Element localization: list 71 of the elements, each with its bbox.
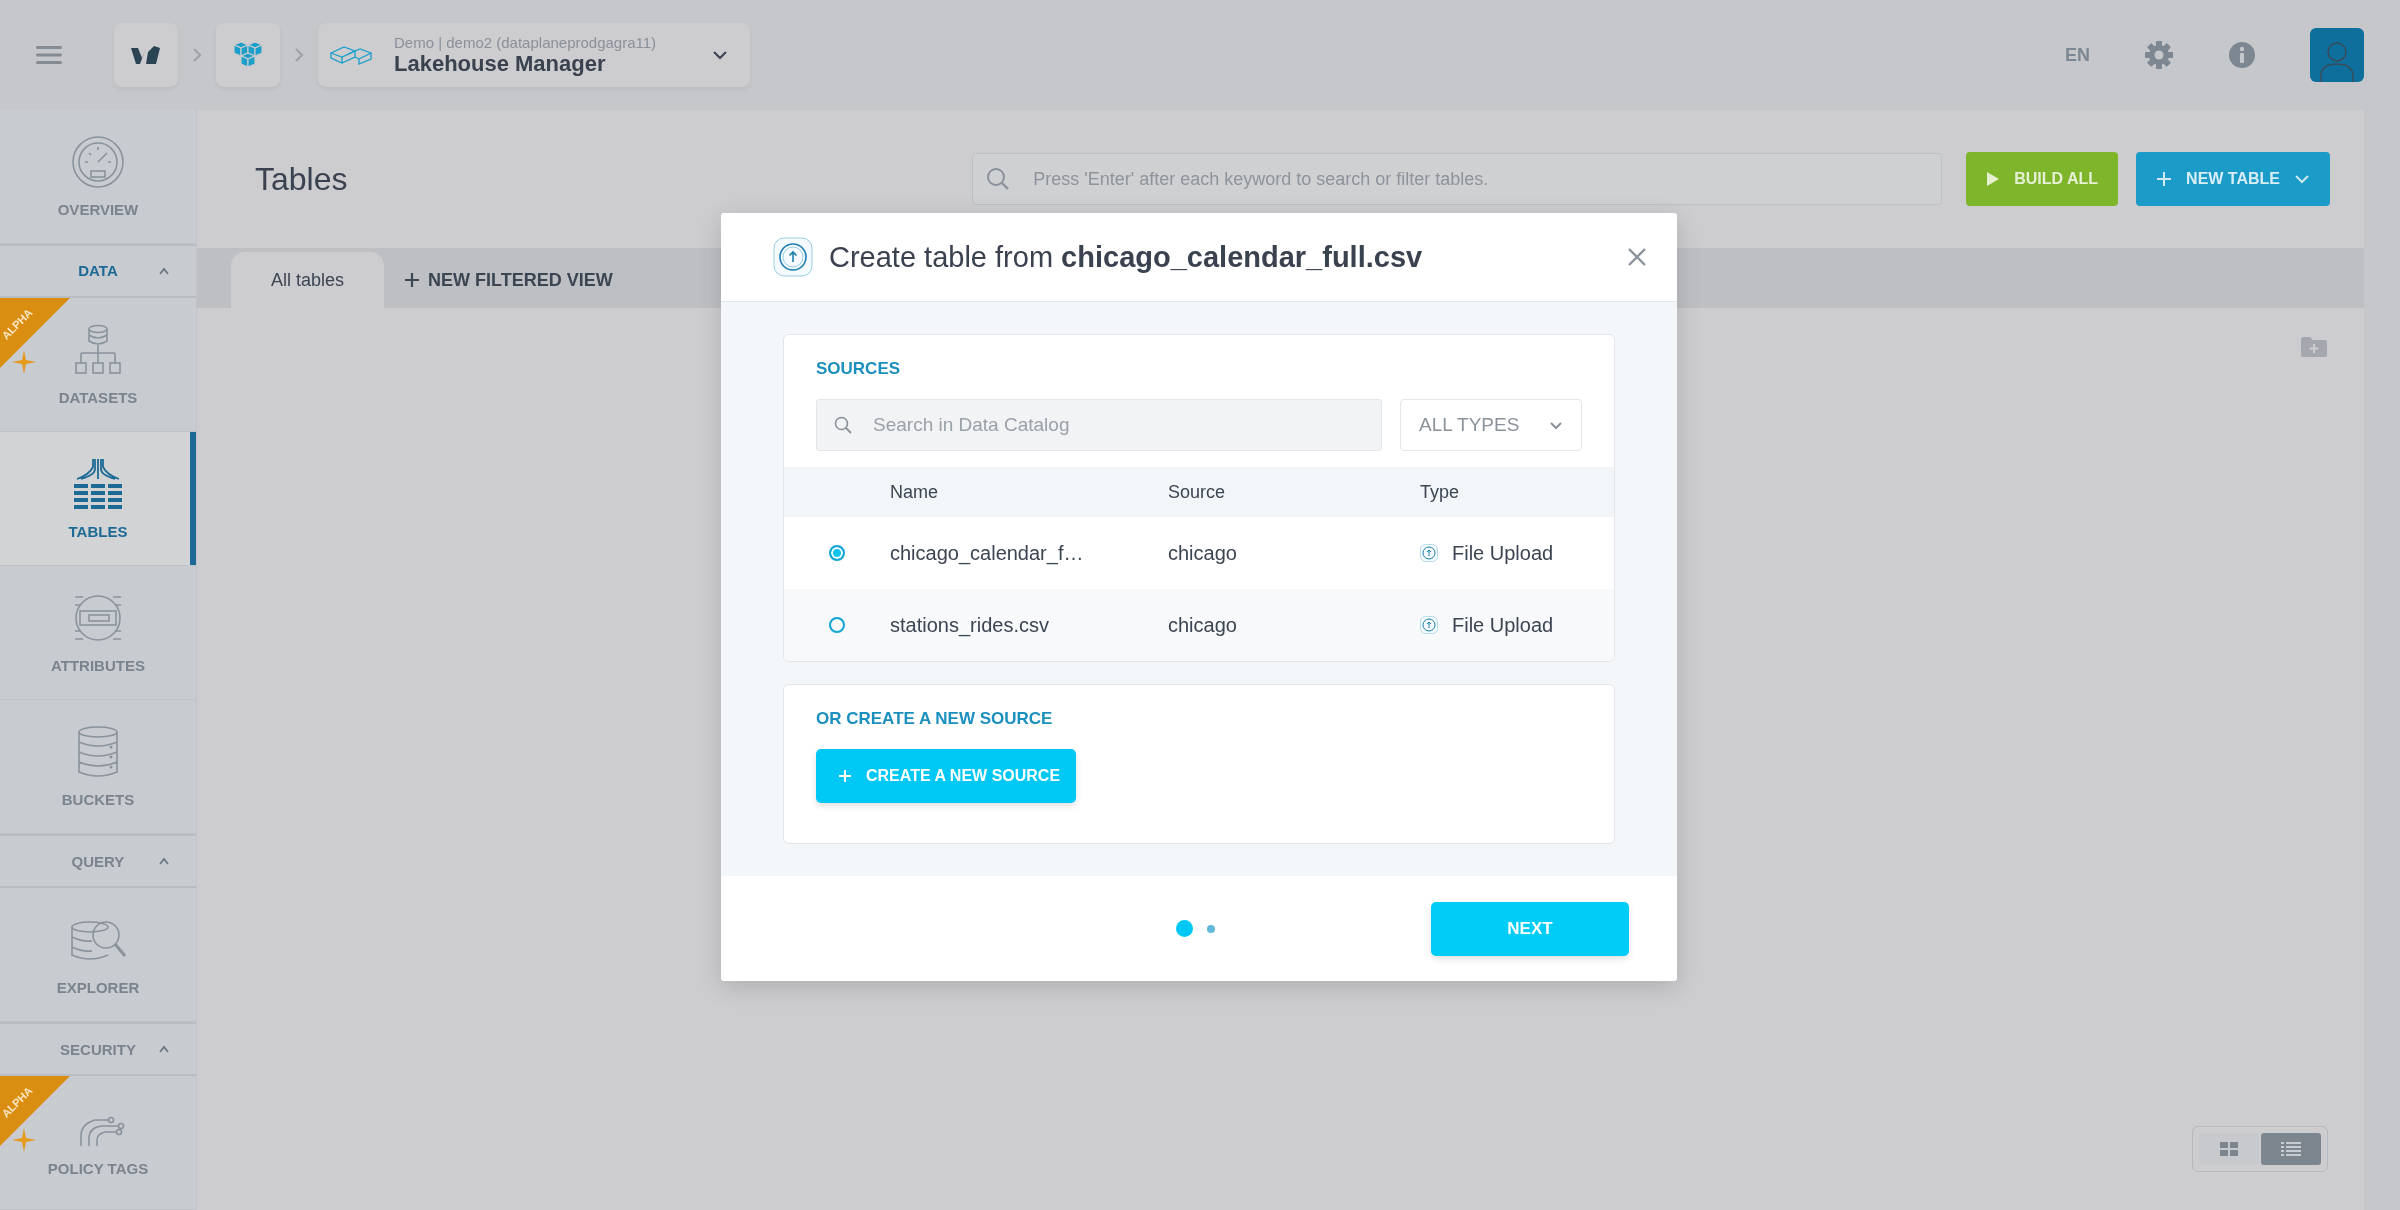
menu-icon[interactable] (36, 45, 62, 65)
avatar[interactable] (2310, 28, 2364, 82)
catalog-search-field[interactable]: Search in Data Catalog (816, 399, 1382, 451)
sparkle-icon (12, 1127, 36, 1152)
info-icon[interactable] (2228, 41, 2256, 69)
chevron-icon (192, 47, 202, 63)
sidebar-item[interactable]: TABLES (0, 432, 196, 567)
logo-button[interactable] (114, 23, 178, 87)
table-cell-text: chicago (1168, 613, 1238, 637)
new-table-button[interactable]: NEW TABLE (2136, 152, 2330, 206)
upload-icon (773, 237, 813, 277)
radio-button[interactable] (829, 617, 845, 633)
table-cell: File Upload (1452, 613, 1554, 637)
tab[interactable]: All tables (231, 252, 385, 308)
plus-icon (404, 272, 421, 288)
source-row[interactable]: chicago_calendar_f… chicago File Upload (784, 517, 1614, 589)
section-heading: OR CREATE A NEW SOURCE (816, 709, 1053, 729)
build-all-button[interactable]: BUILD ALL (1966, 152, 2119, 206)
column-header: Name (890, 481, 939, 503)
plus-icon (2156, 171, 2173, 187)
chevron-icon (294, 47, 304, 63)
table-cell-text: chicago (1168, 541, 1238, 565)
create-source-button[interactable]: CREATE A NEW SOURCE (816, 749, 1077, 803)
caret-icon (158, 857, 170, 866)
radio-button[interactable] (829, 545, 845, 561)
close-icon[interactable] (1627, 247, 1647, 267)
language-button[interactable]: EN (2065, 44, 2090, 66)
column-header: Source (1168, 481, 1227, 503)
sparkle-icon (12, 349, 36, 374)
settings-icon[interactable] (2144, 40, 2174, 70)
app-button[interactable] (216, 23, 280, 87)
table-cell: File Upload (1452, 541, 1554, 565)
table-cell-text: chicago_calendar_f… (890, 541, 1085, 565)
grid-view-button[interactable] (2199, 1133, 2259, 1165)
gauge-icon (71, 135, 125, 189)
upload-icon (1420, 544, 1438, 562)
list-view-button[interactable] (2261, 1133, 2321, 1165)
step-dot[interactable] (1207, 924, 1215, 933)
page-title: Tables (255, 160, 349, 198)
logo-icon (130, 44, 162, 66)
sidebar-item[interactable]: ATTRIBUTES (0, 566, 196, 701)
section-header[interactable]: QUERY (0, 834, 196, 888)
list-icon (2281, 1142, 2301, 1156)
folder-add-icon[interactable] (2300, 336, 2328, 358)
table-cell-text: stations_rides.csv (890, 613, 1050, 637)
sidebar-item[interactable]: OVERVIEW (0, 110, 196, 245)
caret-icon (2294, 174, 2310, 184)
search-field[interactable]: Press 'Enter' after each keyword to search or filter tables. (972, 153, 1943, 205)
new-filtered-view-button[interactable]: NEW FILTERED VIEW (404, 252, 613, 308)
caret-icon (1549, 420, 1563, 430)
table-stack-icon (71, 457, 125, 511)
upload-icon (1420, 616, 1438, 634)
modal-title: Create table from chicago_calendar_full.csv (829, 240, 1424, 274)
column-header: Type (1420, 481, 1461, 503)
search-icon (834, 416, 852, 434)
caret-icon (158, 267, 170, 275)
next-button[interactable]: NEXT (1431, 901, 1629, 956)
section-heading: SOURCES (816, 359, 902, 379)
project-selector[interactable]: Demo | demo2 (dataplaneprodgagra11) Lakehouse Manager (318, 23, 750, 87)
sidebar-item[interactable]: EXPLORER (0, 888, 196, 1023)
grid-icon (2220, 1142, 2238, 1156)
plus-icon (838, 769, 852, 783)
step-dot[interactable] (1176, 920, 1193, 937)
caret-icon (158, 1045, 170, 1053)
source-row[interactable]: stations_rides.csv chicago File Upload (784, 589, 1614, 661)
caret-icon (712, 50, 728, 60)
sidebar-item[interactable]: BUCKETS (0, 700, 196, 835)
play-icon (1986, 171, 2001, 187)
lakehouse-icon (330, 43, 372, 67)
type-filter-dropdown[interactable]: ALL TYPES (1400, 399, 1582, 451)
search-icon (986, 167, 1011, 191)
